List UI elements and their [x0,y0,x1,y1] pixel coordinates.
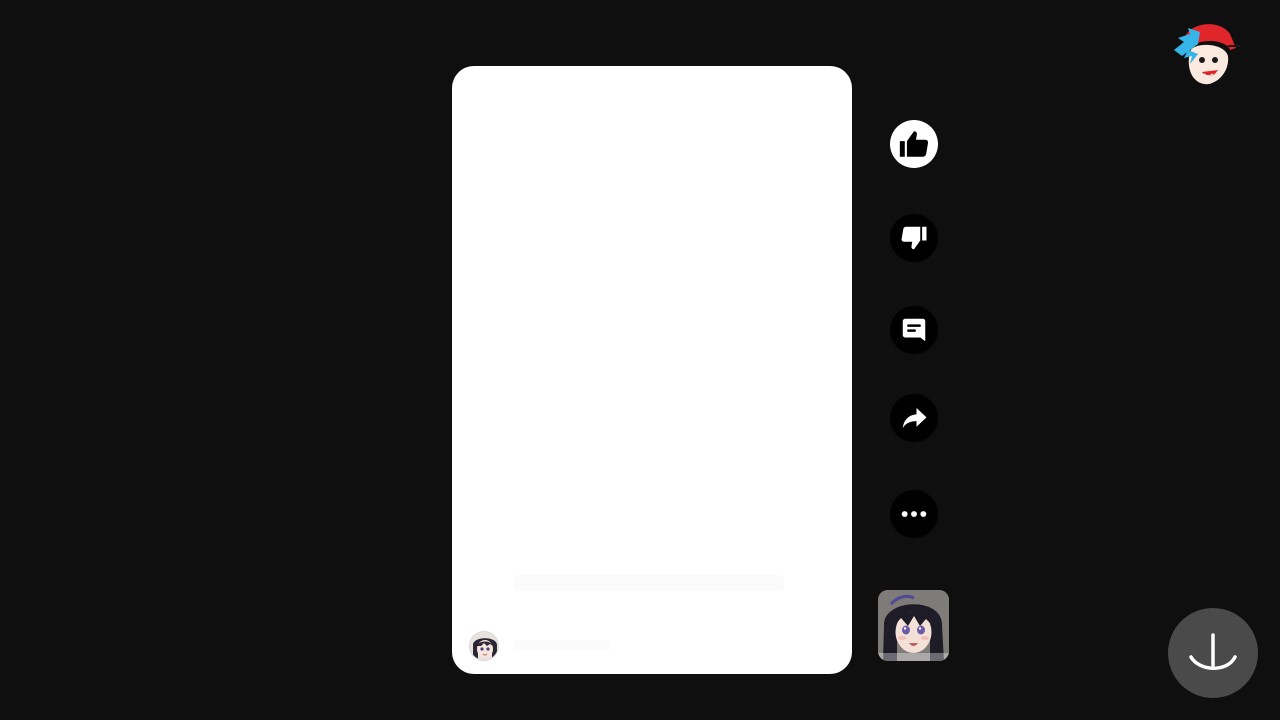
thumbs-up-icon [899,131,929,157]
like-button[interactable] [890,120,938,168]
sound-thumbnail[interactable] [878,590,949,661]
video-caption-placeholder [514,575,784,591]
more-options-button[interactable] [890,490,938,538]
shorts-player-page [0,0,1280,720]
dislike-button[interactable] [890,214,938,262]
more-horizontal-icon [901,511,927,517]
channel-avatar[interactable] [469,631,499,661]
download-arrow-icon [1189,633,1237,670]
video-player[interactable] [452,66,852,674]
comment-icon [902,318,926,342]
share-button[interactable] [890,394,938,442]
channel-name-placeholder [514,640,610,650]
comment-button[interactable] [890,306,938,354]
anime-girl-avatar-icon [470,632,498,660]
thumbs-down-icon [901,226,927,250]
share-arrow-icon [902,408,927,428]
download-button[interactable] [1168,608,1258,698]
profile-avatar-button[interactable] [1168,16,1244,90]
cartoon-character-profile-icon [1174,24,1240,85]
anime-girl-sound-thumbnail [878,590,949,661]
